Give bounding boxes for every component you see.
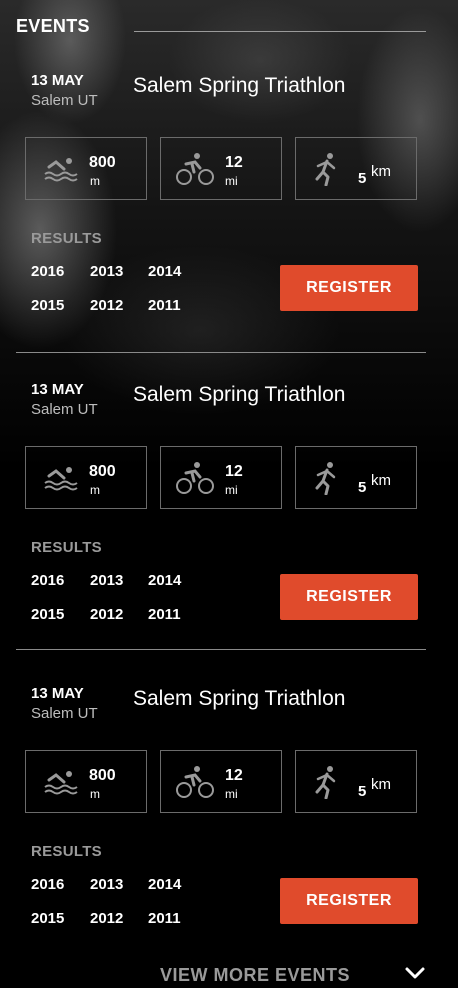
run-distance-unit: km xyxy=(371,776,391,793)
run-distance-box: 5 km xyxy=(295,446,417,509)
event-card: 13 MAY Salem UT Salem Spring Triathlon 8… xyxy=(0,72,458,372)
swim-distance-unit: m xyxy=(90,483,100,497)
result-year-link[interactable]: 2015 xyxy=(31,297,64,314)
result-year-link[interactable]: 2014 xyxy=(148,876,181,893)
results-label: RESULTS xyxy=(31,843,102,860)
result-year-link[interactable]: 2016 xyxy=(31,263,64,280)
swim-distance-value: 800 xyxy=(89,767,116,784)
bike-distance-unit: mi xyxy=(225,787,238,801)
run-distance-value: 5 xyxy=(358,479,367,496)
event-location: Salem UT xyxy=(31,401,98,418)
register-button[interactable]: REGISTER xyxy=(280,574,418,620)
swimmer-icon xyxy=(44,158,78,182)
event-divider xyxy=(16,352,426,353)
event-title[interactable]: Salem Spring Triathlon xyxy=(133,687,345,711)
result-year-link[interactable]: 2011 xyxy=(148,606,181,623)
result-year-link[interactable]: 2015 xyxy=(31,606,64,623)
event-date: 13 MAY xyxy=(31,72,84,89)
header-rule xyxy=(134,31,426,32)
cyclist-icon xyxy=(176,766,214,798)
run-distance-box: 5 km xyxy=(295,750,417,813)
bike-distance-box: 12 mi xyxy=(160,750,282,813)
swim-distance-unit: m xyxy=(90,174,100,188)
event-card: 13 MAY Salem UT Salem Spring Triathlon 8… xyxy=(0,381,458,681)
result-year-link[interactable]: 2014 xyxy=(148,572,181,589)
events-header: EVENTS xyxy=(16,16,426,38)
bike-distance-value: 12 xyxy=(225,767,243,784)
results-label: RESULTS xyxy=(31,230,102,247)
runner-icon xyxy=(315,462,336,495)
chevron-down-icon[interactable] xyxy=(404,965,426,981)
swim-distance-value: 800 xyxy=(89,463,116,480)
result-year-link[interactable]: 2011 xyxy=(148,297,181,314)
runner-icon xyxy=(315,153,336,186)
register-button[interactable]: REGISTER xyxy=(280,878,418,924)
event-location: Salem UT xyxy=(31,92,98,109)
swim-distance-box: 800 m xyxy=(25,137,147,200)
swim-distance-box: 800 m xyxy=(25,446,147,509)
bike-distance-box: 12 mi xyxy=(160,446,282,509)
swimmer-icon xyxy=(44,467,78,491)
run-distance-value: 5 xyxy=(358,783,367,800)
cyclist-icon xyxy=(176,462,214,494)
result-year-link[interactable]: 2013 xyxy=(90,263,123,280)
swim-distance-value: 800 xyxy=(89,154,116,171)
bike-distance-box: 12 mi xyxy=(160,137,282,200)
event-date: 13 MAY xyxy=(31,381,84,398)
result-year-link[interactable]: 2014 xyxy=(148,263,181,280)
run-distance-box: 5 km xyxy=(295,137,417,200)
run-distance-unit: km xyxy=(371,163,391,180)
result-year-link[interactable]: 2012 xyxy=(90,297,123,314)
event-location: Salem UT xyxy=(31,705,98,722)
runner-icon xyxy=(315,766,336,799)
event-card: 13 MAY Salem UT Salem Spring Triathlon 8… xyxy=(0,685,458,985)
bike-distance-unit: mi xyxy=(225,483,238,497)
event-divider xyxy=(16,649,426,650)
result-year-link[interactable]: 2013 xyxy=(90,876,123,893)
run-distance-value: 5 xyxy=(358,170,367,187)
event-title[interactable]: Salem Spring Triathlon xyxy=(133,74,345,98)
result-year-link[interactable]: 2016 xyxy=(31,572,64,589)
register-button[interactable]: REGISTER xyxy=(280,265,418,311)
cyclist-icon xyxy=(176,153,214,185)
bike-distance-unit: mi xyxy=(225,174,238,188)
results-label: RESULTS xyxy=(31,539,102,556)
view-more-events-link[interactable]: VIEW MORE EVENTS xyxy=(160,965,350,986)
result-year-link[interactable]: 2012 xyxy=(90,606,123,623)
event-date: 13 MAY xyxy=(31,685,84,702)
swim-distance-unit: m xyxy=(90,787,100,801)
page-title: EVENTS xyxy=(16,16,90,36)
result-year-link[interactable]: 2013 xyxy=(90,572,123,589)
bike-distance-value: 12 xyxy=(225,154,243,171)
event-title[interactable]: Salem Spring Triathlon xyxy=(133,383,345,407)
result-year-link[interactable]: 2012 xyxy=(90,910,123,927)
swim-distance-box: 800 m xyxy=(25,750,147,813)
swimmer-icon xyxy=(44,771,78,795)
bike-distance-value: 12 xyxy=(225,463,243,480)
result-year-link[interactable]: 2016 xyxy=(31,876,64,893)
result-year-link[interactable]: 2011 xyxy=(148,910,181,927)
result-year-link[interactable]: 2015 xyxy=(31,910,64,927)
run-distance-unit: km xyxy=(371,472,391,489)
